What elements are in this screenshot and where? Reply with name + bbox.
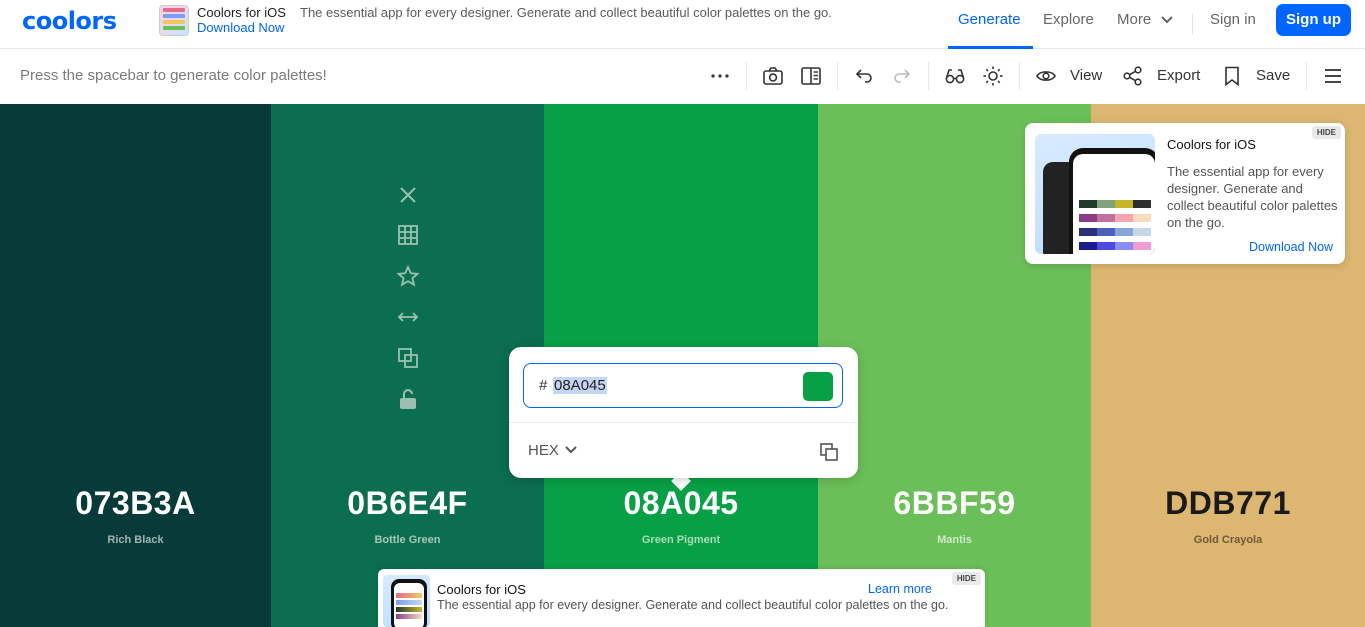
nav-ad-description: The essential app for every designer. Ge… (300, 5, 832, 20)
color-preview-chip (803, 372, 833, 401)
share-icon[interactable] (1122, 65, 1144, 87)
unlock-icon[interactable] (396, 388, 420, 410)
sun-icon[interactable] (982, 65, 1004, 87)
save-button[interactable]: Save (1256, 67, 1290, 84)
ios-ad-banner[interactable]: Coolors for iOS The essential app for ev… (378, 569, 985, 627)
hide-ad-button[interactable]: HIDE (1311, 126, 1341, 139)
ad-thumbnail[interactable] (159, 5, 189, 36)
layout-icon[interactable] (800, 65, 822, 87)
color-name[interactable]: Rich Black (0, 534, 271, 546)
hide-banner-button[interactable]: HIDE (951, 572, 981, 585)
export-button[interactable]: Export (1157, 67, 1200, 84)
close-icon[interactable] (396, 184, 420, 206)
coolors-logo[interactable]: coolors (22, 7, 117, 35)
ad-card-download-link[interactable]: Download Now (1249, 240, 1333, 254)
color-column[interactable]: 073B3A Rich Black (0, 104, 271, 627)
menu-icon[interactable] (1322, 65, 1344, 87)
color-name[interactable]: Green Pigment (544, 534, 818, 546)
picker-divider (509, 422, 858, 423)
ad-card-description: The essential app for every designer. Ge… (1167, 164, 1338, 230)
arrows-horizontal-icon[interactable] (396, 306, 420, 328)
banner-image[interactable] (383, 575, 430, 627)
sign-in-link[interactable]: Sign in (1210, 11, 1256, 28)
color-hex[interactable]: 073B3A (0, 485, 271, 522)
nav-divider (1192, 14, 1193, 34)
grid-icon[interactable] (396, 224, 420, 246)
nav-explore[interactable]: Explore (1043, 11, 1094, 28)
color-name[interactable]: Gold Crayola (1091, 534, 1365, 546)
toolbar-divider (1019, 62, 1020, 90)
banner-description: The essential app for every designer. Ge… (437, 598, 949, 612)
nav-ad-download-link[interactable]: Download Now (197, 20, 284, 35)
eye-icon[interactable] (1035, 65, 1057, 87)
chevron-down-icon[interactable] (564, 445, 578, 455)
redo-icon[interactable] (891, 65, 913, 87)
top-nav: coolors Coolors for iOS The essential ap… (0, 0, 1365, 49)
color-hex[interactable]: 6BBF59 (818, 485, 1091, 522)
undo-icon[interactable] (853, 65, 875, 87)
view-button[interactable]: View (1070, 67, 1102, 84)
toolbar-divider (746, 62, 747, 90)
banner-learn-more-link[interactable]: Learn more (868, 582, 932, 596)
ad-card-title[interactable]: Coolors for iOS (1167, 137, 1256, 152)
camera-icon[interactable] (762, 65, 784, 87)
hash-prefix: # (539, 377, 548, 394)
more-icon[interactable] (709, 65, 731, 87)
color-picker-popup: # 08A045 HEX (509, 347, 858, 478)
sign-up-button[interactable]: Sign up (1276, 4, 1351, 36)
chevron-down-icon[interactable] (1160, 15, 1174, 25)
bookmark-icon[interactable] (1221, 65, 1243, 87)
toolbar-divider (837, 62, 838, 90)
color-name[interactable]: Bottle Green (271, 534, 544, 546)
copy-icon[interactable] (819, 442, 839, 462)
ad-image[interactable] (1035, 134, 1155, 254)
copy-icon[interactable] (396, 347, 420, 369)
nav-more[interactable]: More (1117, 11, 1151, 28)
spacebar-hint: Press the spacebar to generate color pal… (20, 67, 327, 84)
glasses-icon[interactable] (944, 65, 966, 87)
hex-input[interactable]: 08A045 (553, 377, 607, 394)
nav-ad-title[interactable]: Coolors for iOS (197, 5, 286, 20)
ios-ad-card[interactable]: HIDE Coolors for iOS The essential app f… (1025, 123, 1345, 264)
toolbar-divider (928, 62, 929, 90)
color-hex[interactable]: DDB771 (1091, 485, 1365, 522)
hex-input-field[interactable]: # 08A045 (523, 363, 843, 408)
color-name[interactable]: Mantis (818, 534, 1091, 546)
color-mode-select[interactable]: HEX (528, 442, 559, 459)
color-hex[interactable]: 0B6E4F (271, 485, 544, 522)
nav-generate[interactable]: Generate (958, 11, 1021, 28)
banner-title[interactable]: Coolors for iOS (437, 582, 526, 597)
star-icon[interactable] (396, 265, 420, 287)
toolbar: Press the spacebar to generate color pal… (0, 49, 1365, 104)
toolbar-divider (1306, 62, 1307, 90)
